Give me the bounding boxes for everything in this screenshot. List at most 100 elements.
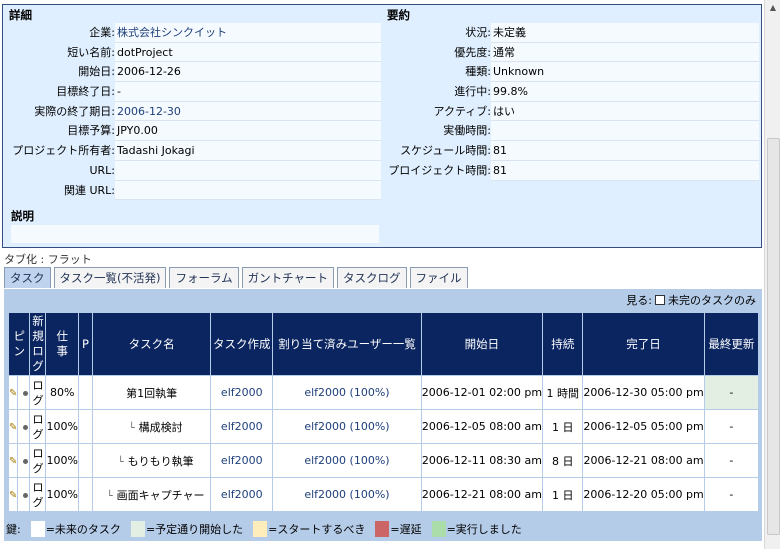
pin-icon[interactable] — [22, 492, 28, 498]
task-creator[interactable]: elf2000 — [210, 375, 274, 410]
pencil-icon[interactable]: ✎ — [9, 388, 17, 399]
work-percent: 100% — [45, 443, 79, 478]
task-creator[interactable]: elf2000 — [210, 409, 274, 444]
field-label: プロイジェクト時間: — [388, 163, 491, 177]
col-priority[interactable]: P — [77, 312, 93, 376]
summary-column: 要約 状況: 未定義 優先度: 通常 種類: Unknown 進行中: 99.8% アクティブ:… — [387, 7, 759, 181]
details-field-row: 目標終了日: - — [9, 82, 381, 102]
field-value[interactable]: 2006-12-30 — [115, 101, 381, 122]
last-updated: - — [703, 375, 760, 410]
last-updated: - — [703, 409, 760, 444]
edit-task-cell: ✎ — [7, 375, 19, 410]
tab-gantt-chart[interactable]: ガントチャート — [241, 267, 335, 288]
tab-files[interactable]: ファイル — [409, 267, 468, 288]
field-value[interactable]: 株式会社シンクイット — [115, 23, 381, 43]
assigned-users[interactable]: elf2000 (100%) — [272, 375, 422, 410]
subtask-indent-icon: └ — [128, 422, 135, 434]
project-view: 詳細 企業: 株式会社シンクイット 短い名前: dotProject 開始日: 2006-… — [0, 0, 764, 549]
last-updated: - — [703, 477, 760, 512]
summary-field-row: スケジュール時間: 81 — [387, 141, 759, 161]
col-task-name[interactable]: タスク名 — [91, 312, 212, 376]
field-label: 実働時間: — [443, 124, 491, 138]
new-log-cell: ログ — [29, 477, 47, 512]
col-last-updated[interactable]: 最終更新 — [703, 312, 760, 376]
field-value: Tadashi Jokagi — [115, 141, 381, 161]
field-value: 81 — [491, 160, 759, 181]
new-log-link[interactable]: ログ — [32, 480, 44, 510]
priority-cell — [77, 443, 93, 478]
legend-swatch — [130, 520, 145, 537]
legend-label: 鍵: — [6, 522, 21, 536]
field-label: 種類: — [465, 65, 491, 79]
task-creator[interactable]: elf2000 — [210, 477, 274, 512]
priority-cell — [77, 375, 93, 410]
vertical-scrollbar[interactable]: ▲ — [764, 0, 780, 549]
scrollbar-thumb[interactable] — [767, 138, 780, 535]
assigned-users[interactable]: elf2000 (100%) — [272, 477, 422, 512]
duration: 8 日 — [542, 443, 584, 478]
tab-task-logs[interactable]: タスクログ — [337, 267, 407, 288]
last-updated: - — [703, 443, 760, 478]
task-panel: 見る: 未完のタスクのみ ピン 新規ログ 仕事 P タスク名 タスク作成 割り当… — [4, 289, 762, 541]
new-log-link[interactable]: ログ — [32, 446, 44, 476]
field-value — [115, 160, 381, 181]
legend: 鍵: =未来のタスク =予定通り開始した =スタートするべき =遅延 =実行しました — [4, 516, 762, 541]
col-creator[interactable]: タスク作成 — [210, 312, 274, 376]
scroll-up-icon[interactable]: ▲ — [765, 0, 780, 16]
col-start-date[interactable]: 開始日 — [420, 312, 544, 376]
legend-swatch — [253, 520, 268, 537]
pencil-icon[interactable]: ✎ — [9, 456, 17, 467]
assigned-users[interactable]: elf2000 (100%) — [272, 443, 422, 478]
tab-tasks-inactive[interactable]: タスク一覧(不活発) — [53, 267, 167, 288]
task-table: ピン 新規ログ 仕事 P タスク名 タスク作成 割り当て済みユーザー一覧 開始日… — [7, 312, 760, 512]
new-log-link[interactable]: ログ — [32, 378, 44, 408]
end-date: 2006-12-30 05:00 pm — [582, 375, 705, 410]
pencil-icon[interactable]: ✎ — [9, 422, 17, 433]
task-creator[interactable]: elf2000 — [210, 443, 274, 478]
duration: 1 時間 — [542, 375, 584, 410]
task-name-link[interactable]: もりもり執筆 — [128, 455, 194, 468]
new-log-link[interactable]: ログ — [32, 412, 44, 442]
summary-field-row: 進行中: 99.8% — [387, 82, 759, 102]
summary-field-row: アクティブ: はい — [387, 101, 759, 122]
field-value: - — [115, 82, 381, 102]
col-work[interactable]: 仕事 — [45, 312, 79, 376]
pin-cell — [17, 409, 31, 444]
pencil-icon[interactable]: ✎ — [9, 490, 17, 501]
details-field-row: 目標予算: JPY0.00 — [9, 121, 381, 142]
task-name-link[interactable]: 第1回執筆 — [126, 387, 177, 400]
task-name-link[interactable]: 構成検討 — [139, 421, 183, 434]
legend-swatch — [375, 520, 390, 537]
task-name-link[interactable]: 画面キャプチャー — [117, 489, 205, 502]
tab-tasks[interactable]: タスク — [4, 267, 51, 288]
field-value: JPY0.00 — [115, 121, 381, 142]
field-label: 短い名前: — [67, 45, 115, 59]
work-percent: 80% — [45, 375, 79, 410]
col-duration[interactable]: 持続 — [542, 312, 584, 376]
field-value: dotProject — [115, 42, 381, 63]
task-row: ✎ ログ 100% └ もりもり執筆 elf2000 elf2000 (100%) 2006-… — [7, 443, 760, 478]
field-value: 99.8% — [491, 82, 759, 102]
pin-icon[interactable] — [22, 424, 28, 430]
pin-icon[interactable] — [22, 390, 28, 396]
start-date: 2006-12-11 08:30 am — [420, 443, 544, 478]
assigned-users[interactable]: elf2000 (100%) — [272, 409, 422, 444]
end-date: 2006-12-05 05:00 pm — [582, 409, 705, 444]
tab-forum[interactable]: フォーラム — [169, 267, 239, 288]
summary-field-row: 実働時間: — [387, 121, 759, 142]
col-assigned-users[interactable]: 割り当て済みユーザー一覧 — [272, 312, 422, 376]
duration: 1 日 — [542, 409, 584, 444]
tab-view-mode[interactable]: タブ化 : フラット — [4, 251, 92, 267]
description-field — [11, 225, 379, 243]
new-log-cell: ログ — [29, 375, 47, 410]
incomplete-only-checkbox[interactable] — [655, 295, 665, 305]
pin-icon[interactable] — [22, 458, 28, 464]
legend-text: =スタートするべき — [268, 522, 366, 536]
summary-field-row: プロイジェクト時間: 81 — [387, 160, 759, 181]
details-field-row: 企業: 株式会社シンクイット — [9, 23, 381, 43]
col-end-date[interactable]: 完了日 — [582, 312, 705, 376]
incomplete-only-label[interactable]: 未完のタスクのみ — [668, 292, 756, 308]
end-date: 2006-12-20 05:00 pm — [582, 477, 705, 512]
filter-bar: 見る: 未完のタスクのみ — [626, 292, 756, 308]
task-name-cell: └ もりもり執筆 — [91, 443, 212, 478]
